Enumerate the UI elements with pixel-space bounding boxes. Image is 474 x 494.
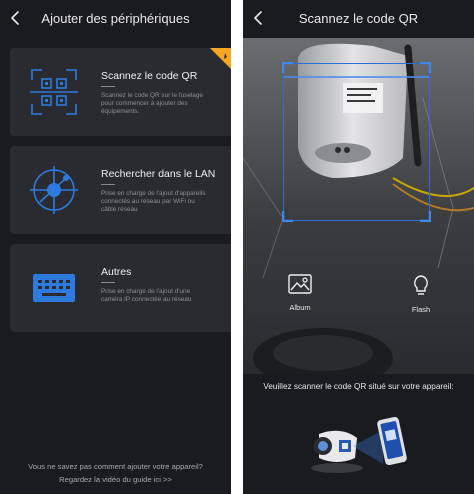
page-title: Ajouter des périphériques <box>41 11 190 26</box>
album-button[interactable]: Album <box>278 274 322 312</box>
album-label: Album <box>289 303 311 312</box>
flash-label: Flash <box>411 305 431 314</box>
option-lan-search[interactable]: Rechercher dans le LAN Prise en charge d… <box>10 146 231 234</box>
image-icon <box>288 274 312 294</box>
divider <box>101 184 115 185</box>
scan-instruction: Veuillez scanner le code QR situé sur vo… <box>263 382 454 391</box>
frame-corner <box>420 211 431 222</box>
recommended-badge-icon <box>210 48 231 69</box>
divider <box>101 282 115 283</box>
top-bar: Ajouter des périphériques <box>0 0 231 38</box>
frame-corner <box>282 211 293 222</box>
instruction-panel: Veuillez scanner le code QR situé sur vo… <box>243 374 474 494</box>
flash-button[interactable]: Flash <box>399 274 443 314</box>
top-bar: Scannez le code QR <box>243 0 474 38</box>
option-title: Scannez le code QR <box>101 70 198 82</box>
option-title: Autres <box>101 266 132 278</box>
option-others[interactable]: Autres Prise en charge de l'ajout d'une … <box>10 244 231 332</box>
option-scan-qr[interactable]: Scannez le code QR Scannez le code QR su… <box>10 48 231 136</box>
device-scan-illustration <box>311 416 407 473</box>
frame-corner <box>282 62 293 73</box>
option-title: Rechercher dans le LAN <box>101 168 216 180</box>
flashlight-icon <box>414 275 428 295</box>
scan-line <box>284 76 429 78</box>
option-description: Scannez le code QR sur le fuselage pour … <box>101 92 203 116</box>
add-device-screen: Ajouter des périphériques Scannez le cod… <box>0 0 231 494</box>
help-question: Vous ne savez pas comment ajouter votre … <box>28 462 203 471</box>
camera-preview: Album Flash <box>243 38 474 374</box>
frame-corner <box>420 62 431 73</box>
scan-qr-screen: Scannez le code QR Album Flash Veuillez … <box>243 0 474 494</box>
option-description: Prise en charge de l'ajout d'une caméra … <box>101 288 192 304</box>
qr-scan-icon <box>30 69 78 115</box>
guide-video-link[interactable]: Regardez la vidéo du guide ici >> <box>0 475 231 484</box>
divider <box>101 86 115 87</box>
qr-scan-frame <box>282 62 431 222</box>
page-title: Scannez le code QR <box>298 11 419 26</box>
lan-search-icon <box>30 166 78 214</box>
option-description: Prise en charge de l'ajout d'appareils c… <box>101 190 206 214</box>
keyboard-icon <box>33 274 75 302</box>
